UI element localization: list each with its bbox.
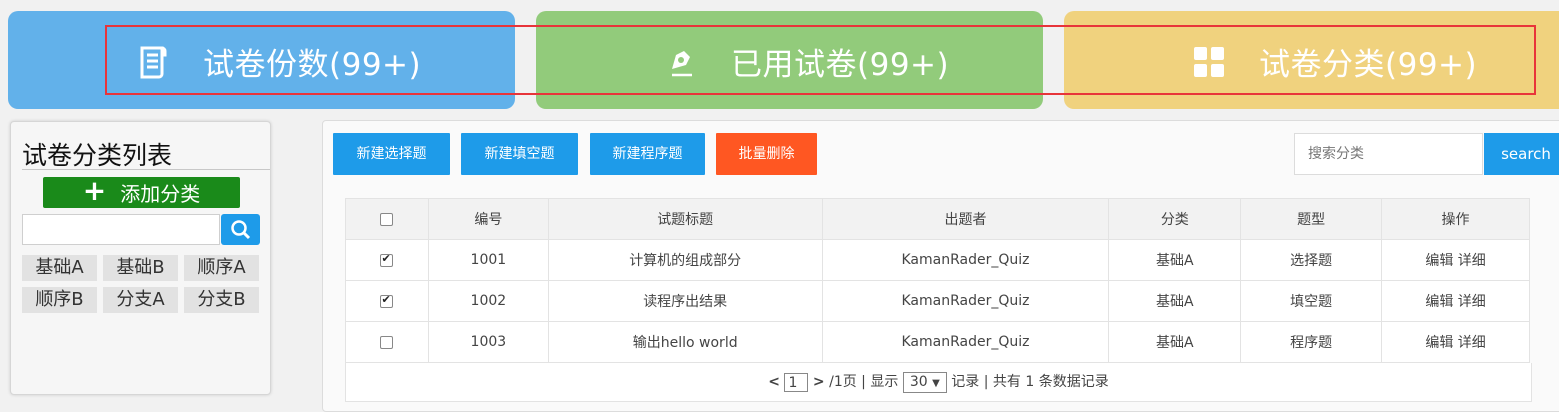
column-header: 试题标题 [547, 198, 823, 240]
plus-icon: + [82, 174, 107, 207]
page-size-select[interactable]: 30 ▼ [902, 371, 947, 393]
category-search-button[interactable] [221, 214, 260, 245]
cell-type: 填空题 [1240, 280, 1383, 322]
question-panel: 新建选择题 新建填空题 新建程序题 批量删除 搜索分类 search 编号 试题… [322, 120, 1559, 412]
column-header: 操作 [1381, 198, 1530, 240]
cell-category: 基础A [1108, 280, 1242, 322]
total-pages: /1页 [829, 374, 857, 390]
cell-title: 输出hello world [547, 321, 823, 363]
row-checkbox[interactable] [380, 293, 394, 308]
document-icon [140, 46, 167, 79]
cell-author: KamanRader_Quiz [821, 280, 1110, 322]
category-tag[interactable]: 顺序B [22, 287, 97, 313]
cell-author: KamanRader_Quiz [821, 239, 1110, 281]
grid-icon [1194, 47, 1224, 77]
category-sidebar: 试卷分类列表 + 添加分类 基础A 基础B 顺序A 顺序B 分支A 分支B [10, 121, 271, 395]
table-row: 1002 读程序出结果 KamanRader_Quiz 基础A 填空题 编辑 详… [345, 280, 1530, 322]
new-fill-question-button[interactable]: 新建填空题 [461, 133, 578, 175]
cell-category: 基础A [1108, 239, 1242, 281]
dropdown-arrow-icon: ▼ [932, 377, 940, 389]
cell-id: 1002 [427, 280, 549, 322]
edit-link[interactable]: 编辑 [1425, 294, 1453, 310]
row-checkbox[interactable] [380, 335, 394, 349]
page-number-input[interactable]: 1 [784, 372, 809, 392]
cell-actions: 编辑 详细 [1381, 239, 1530, 281]
detail-link[interactable]: 详细 [1458, 335, 1486, 351]
search-input[interactable]: 搜索分类 [1294, 133, 1483, 175]
table-row: 1001 计算机的组成部分 KamanRader_Quiz 基础A 选择题 编辑… [345, 239, 1530, 281]
row-checkbox[interactable] [380, 252, 394, 267]
cell-type: 选择题 [1240, 239, 1383, 281]
add-category-button[interactable]: + 添加分类 [43, 177, 240, 208]
cell-actions: 编辑 详细 [1381, 280, 1530, 322]
next-page-button[interactable]: > [813, 374, 825, 390]
records-label: 记录 [951, 374, 980, 390]
cell-title: 计算机的组成部分 [547, 239, 823, 281]
search-button[interactable]: search [1484, 133, 1559, 175]
pen-icon [672, 51, 692, 77]
column-header: 题型 [1240, 198, 1383, 240]
column-header: 分类 [1108, 198, 1242, 240]
prev-page-button[interactable]: < [768, 374, 780, 390]
column-header: 编号 [427, 198, 549, 240]
cell-id: 1001 [427, 239, 549, 281]
cell-title: 读程序出结果 [547, 280, 823, 322]
pagination-bar: < 1 > /1页 | 显示 30 ▼ 记录 | 共有 1 条数据记录 [345, 363, 1532, 402]
new-program-question-button[interactable]: 新建程序题 [590, 133, 705, 175]
page-size-value: 30 [909, 373, 928, 390]
sidebar-title: 试卷分类列表 [22, 141, 173, 170]
category-tag[interactable]: 基础A [22, 255, 97, 281]
select-all-cell[interactable] [345, 198, 429, 240]
edit-link[interactable]: 编辑 [1425, 335, 1453, 351]
category-tag[interactable]: 分支A [103, 287, 178, 313]
new-choice-question-button[interactable]: 新建选择题 [333, 133, 450, 175]
batch-delete-button[interactable]: 批量删除 [716, 133, 817, 175]
add-category-label: 添加分类 [120, 182, 201, 206]
divider [22, 169, 270, 170]
stat-card-label: 试卷份数(99+) [203, 47, 422, 83]
table-header-row: 编号 试题标题 出题者 分类 题型 操作 [345, 198, 1530, 240]
record-summary: 共有 1 条数据记录 [992, 374, 1109, 390]
table-row: 1003 输出hello world KamanRader_Quiz 基础A 程… [345, 321, 1530, 363]
cell-id: 1003 [427, 321, 549, 363]
cell-author: KamanRader_Quiz [821, 321, 1110, 363]
category-tag[interactable]: 分支B [184, 287, 259, 313]
detail-link[interactable]: 详细 [1458, 294, 1486, 310]
stat-card-label: 已用试卷(99+) [731, 47, 950, 83]
category-tag[interactable]: 基础B [103, 255, 178, 281]
category-search-input[interactable] [22, 214, 220, 245]
show-label: 显示 [870, 374, 899, 390]
stat-card-exam-count[interactable]: 试卷份数(99+) [8, 11, 515, 109]
stat-card-used-exams[interactable]: 已用试卷(99+) [536, 11, 1043, 109]
cell-category: 基础A [1108, 321, 1242, 363]
column-header: 出题者 [821, 198, 1110, 240]
search-icon [231, 220, 251, 240]
stat-card-exam-categories[interactable]: 试卷分类(99+) [1064, 11, 1559, 109]
cell-type: 程序题 [1240, 321, 1383, 363]
question-table: 编号 试题标题 出题者 分类 题型 操作 1001 计算机的组成部分 Kaman… [345, 198, 1530, 363]
edit-link[interactable]: 编辑 [1425, 253, 1453, 269]
select-all-checkbox[interactable] [380, 212, 394, 226]
stat-card-label: 试卷分类(99+) [1259, 47, 1478, 83]
detail-link[interactable]: 详细 [1458, 253, 1486, 269]
category-tag[interactable]: 顺序A [184, 255, 259, 281]
cell-actions: 编辑 详细 [1381, 321, 1530, 363]
